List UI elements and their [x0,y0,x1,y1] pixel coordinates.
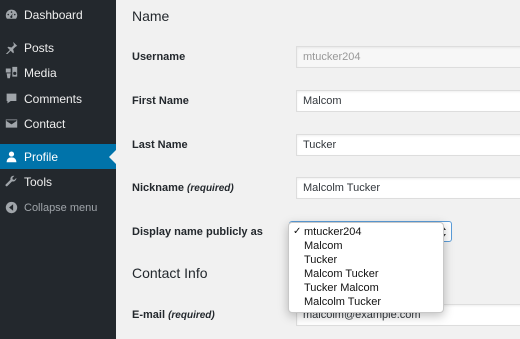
media-icon [4,66,18,80]
sidebar-item-label: Contact [24,116,66,131]
admin-sidebar: Dashboard Posts Media Comments Contact P… [0,0,116,339]
username-label: Username [132,51,186,63]
dropdown-option[interactable]: Malcolm Tucker [289,295,443,309]
dropdown-option[interactable]: Malcom [289,239,443,253]
sidebar-item-comments[interactable]: Comments [0,86,116,111]
nickname-label: Nickname (required) [132,182,234,194]
last-name-label: Last Name [132,139,188,151]
dropdown-option[interactable]: Tucker Malcom [289,281,443,295]
collapse-menu-label: Collapse menu [24,201,98,214]
first-name-field[interactable] [296,90,520,112]
required-marker: (required) [187,183,234,194]
sidebar-item-tools[interactable]: Tools [0,169,116,194]
comment-icon [4,92,18,106]
sidebar-item-media[interactable]: Media [0,60,116,85]
sidebar-item-contact[interactable]: Contact [0,111,116,136]
sidebar-item-label: Posts [24,40,55,55]
sidebar-item-label: Tools [24,174,53,189]
dropdown-option[interactable]: Tucker [289,253,443,267]
checkmark-icon: ✓ [293,226,302,237]
wrench-icon [4,175,18,189]
collapse-menu-button[interactable]: Collapse menu [0,195,116,220]
email-label-text: E-mail [132,309,166,321]
display-name-label: Display name publicly as [132,226,263,238]
sidebar-item-label: Media [24,65,57,80]
name-section-heading: Name [132,8,170,24]
dropdown-option[interactable]: Malcom Tucker [289,267,443,281]
sidebar-item-label: Profile [24,149,59,164]
nickname-field[interactable] [296,177,520,199]
dropdown-option[interactable]: ✓ mtucker204 [289,225,443,239]
email-label: E-mail (required) [132,309,215,321]
pin-icon [4,41,18,55]
contact-info-heading: Contact Info [132,265,208,281]
user-icon [4,150,18,164]
sidebar-item-profile[interactable]: Profile [0,144,116,169]
last-name-field[interactable] [296,134,520,156]
sidebar-item-dashboard[interactable]: Dashboard [0,2,116,27]
nickname-label-text: Nickname [132,182,184,194]
username-field[interactable] [296,46,520,68]
sidebar-item-posts[interactable]: Posts [0,35,116,60]
profile-form: Name Username First Name Last Name Nickn… [116,0,520,339]
sidebar-item-label: Comments [24,91,83,106]
first-name-label: First Name [132,95,189,107]
display-name-dropdown: ✓ mtucker204 Malcom Tucker Malcom Tucker… [288,222,444,313]
mail-icon [4,117,18,131]
collapse-arrow-icon [4,201,18,215]
sidebar-item-label: Dashboard [24,7,83,22]
required-marker: (required) [168,310,215,321]
dashboard-icon [4,8,18,22]
